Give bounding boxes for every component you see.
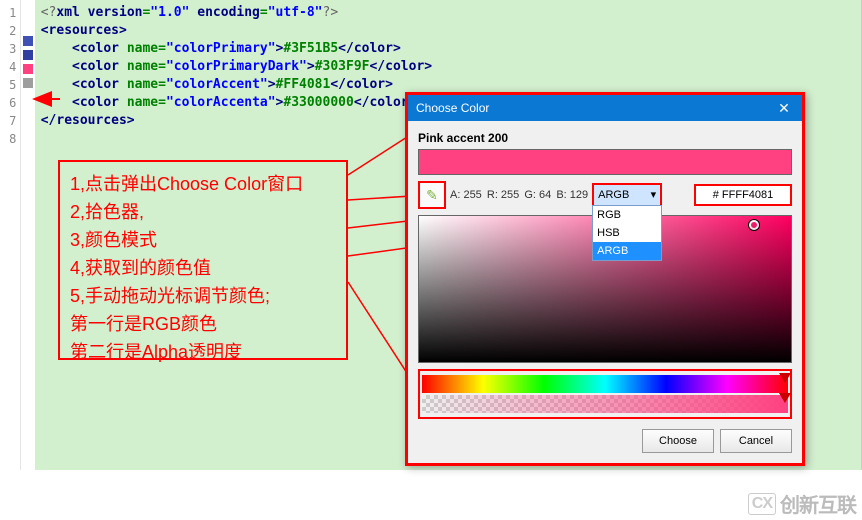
color-mode-select[interactable]: ARGB▾ RGB HSB ARGB bbox=[592, 183, 662, 207]
choose-button[interactable]: Choose bbox=[642, 429, 714, 453]
alpha-slider[interactable] bbox=[422, 395, 788, 413]
annotation-line: 第二行是Alpha透明度 bbox=[70, 338, 336, 366]
mode-dropdown: RGB HSB ARGB bbox=[592, 205, 662, 261]
alpha-thumb[interactable] bbox=[779, 393, 791, 403]
hex-input[interactable]: # FFFF4081 bbox=[694, 184, 792, 206]
gutter-swatch bbox=[23, 22, 33, 32]
annotation-line: 4,获取到的颜色值 bbox=[70, 254, 336, 282]
slider-group bbox=[418, 369, 792, 419]
hue-slider[interactable] bbox=[422, 375, 788, 393]
line-number: 7 bbox=[0, 112, 16, 130]
annotation-line: 3,颜色模式 bbox=[70, 226, 336, 254]
hue-thumb[interactable] bbox=[779, 373, 791, 383]
cancel-button[interactable]: Cancel bbox=[720, 429, 792, 453]
attr-value: colorPrimaryDark bbox=[174, 59, 299, 74]
gutter-swatch[interactable] bbox=[23, 36, 33, 46]
chevron-down-icon: ▾ bbox=[651, 185, 657, 205]
line-number: 4 bbox=[0, 58, 16, 76]
color-value: #33000000 bbox=[283, 95, 353, 110]
line-gutter: 1 2 3 4 5 6 7 8 bbox=[0, 0, 21, 470]
attr-value: colorPrimary bbox=[174, 41, 268, 56]
choose-color-dialog: Choose Color ✕ Pink accent 200 ✎ A: 255 … bbox=[405, 92, 805, 466]
color-value: #FF4081 bbox=[276, 77, 331, 92]
gutter-swatch[interactable] bbox=[23, 64, 33, 74]
annotation-line: 5,手动拖动光标调节颜色; bbox=[70, 282, 336, 310]
watermark-logo: CX 创新互联 bbox=[748, 489, 856, 518]
attr-value: colorAccenta bbox=[174, 95, 268, 110]
close-icon[interactable]: ✕ bbox=[774, 95, 794, 121]
dialog-title: Choose Color bbox=[416, 95, 489, 121]
line-number: 3 bbox=[0, 40, 16, 58]
red-value: R: 255 bbox=[487, 189, 519, 201]
line-number: 8 bbox=[0, 130, 16, 148]
gutter-swatch[interactable] bbox=[23, 50, 33, 60]
annotation-line: 1,点击弹出Choose Color窗口 bbox=[70, 170, 336, 198]
eyedropper-icon: ✎ bbox=[426, 187, 438, 204]
line-number: 5 bbox=[0, 76, 16, 94]
line-number: 2 bbox=[0, 22, 16, 40]
green-value: G: 64 bbox=[524, 189, 551, 201]
channel-values: A: 255 R: 255 G: 64 B: 129 bbox=[450, 189, 588, 201]
logo-icon: CX bbox=[748, 493, 776, 515]
swatch-name-label: Pink accent 200 bbox=[418, 131, 792, 145]
line-number: 1 bbox=[0, 4, 16, 22]
annotation-callout: 1,点击弹出Choose Color窗口 2,拾色器, 3,颜色模式 4,获取到… bbox=[58, 160, 348, 360]
blue-value: B: 129 bbox=[556, 189, 588, 201]
current-color-swatch bbox=[418, 149, 792, 175]
mode-option[interactable]: RGB bbox=[593, 206, 661, 224]
mode-selected: ARGB bbox=[598, 185, 629, 205]
line-number: 6 bbox=[0, 94, 16, 112]
mode-option[interactable]: ARGB bbox=[593, 242, 661, 260]
gutter-swatches bbox=[21, 0, 34, 470]
alpha-value: A: 255 bbox=[450, 189, 482, 201]
mode-option[interactable]: HSB bbox=[593, 224, 661, 242]
sv-cursor[interactable] bbox=[749, 220, 759, 230]
annotation-line: 2,拾色器, bbox=[70, 198, 336, 226]
eyedropper-button[interactable]: ✎ bbox=[418, 181, 446, 209]
annotation-line: 第一行是RGB颜色 bbox=[70, 310, 336, 338]
color-value: #3F51B5 bbox=[283, 41, 338, 56]
color-value: #303F9F bbox=[315, 59, 370, 74]
dialog-titlebar[interactable]: Choose Color ✕ bbox=[408, 95, 802, 121]
gutter-swatch bbox=[23, 8, 33, 18]
attr-value: colorAccent bbox=[174, 77, 260, 92]
gutter-swatch[interactable] bbox=[23, 78, 33, 88]
